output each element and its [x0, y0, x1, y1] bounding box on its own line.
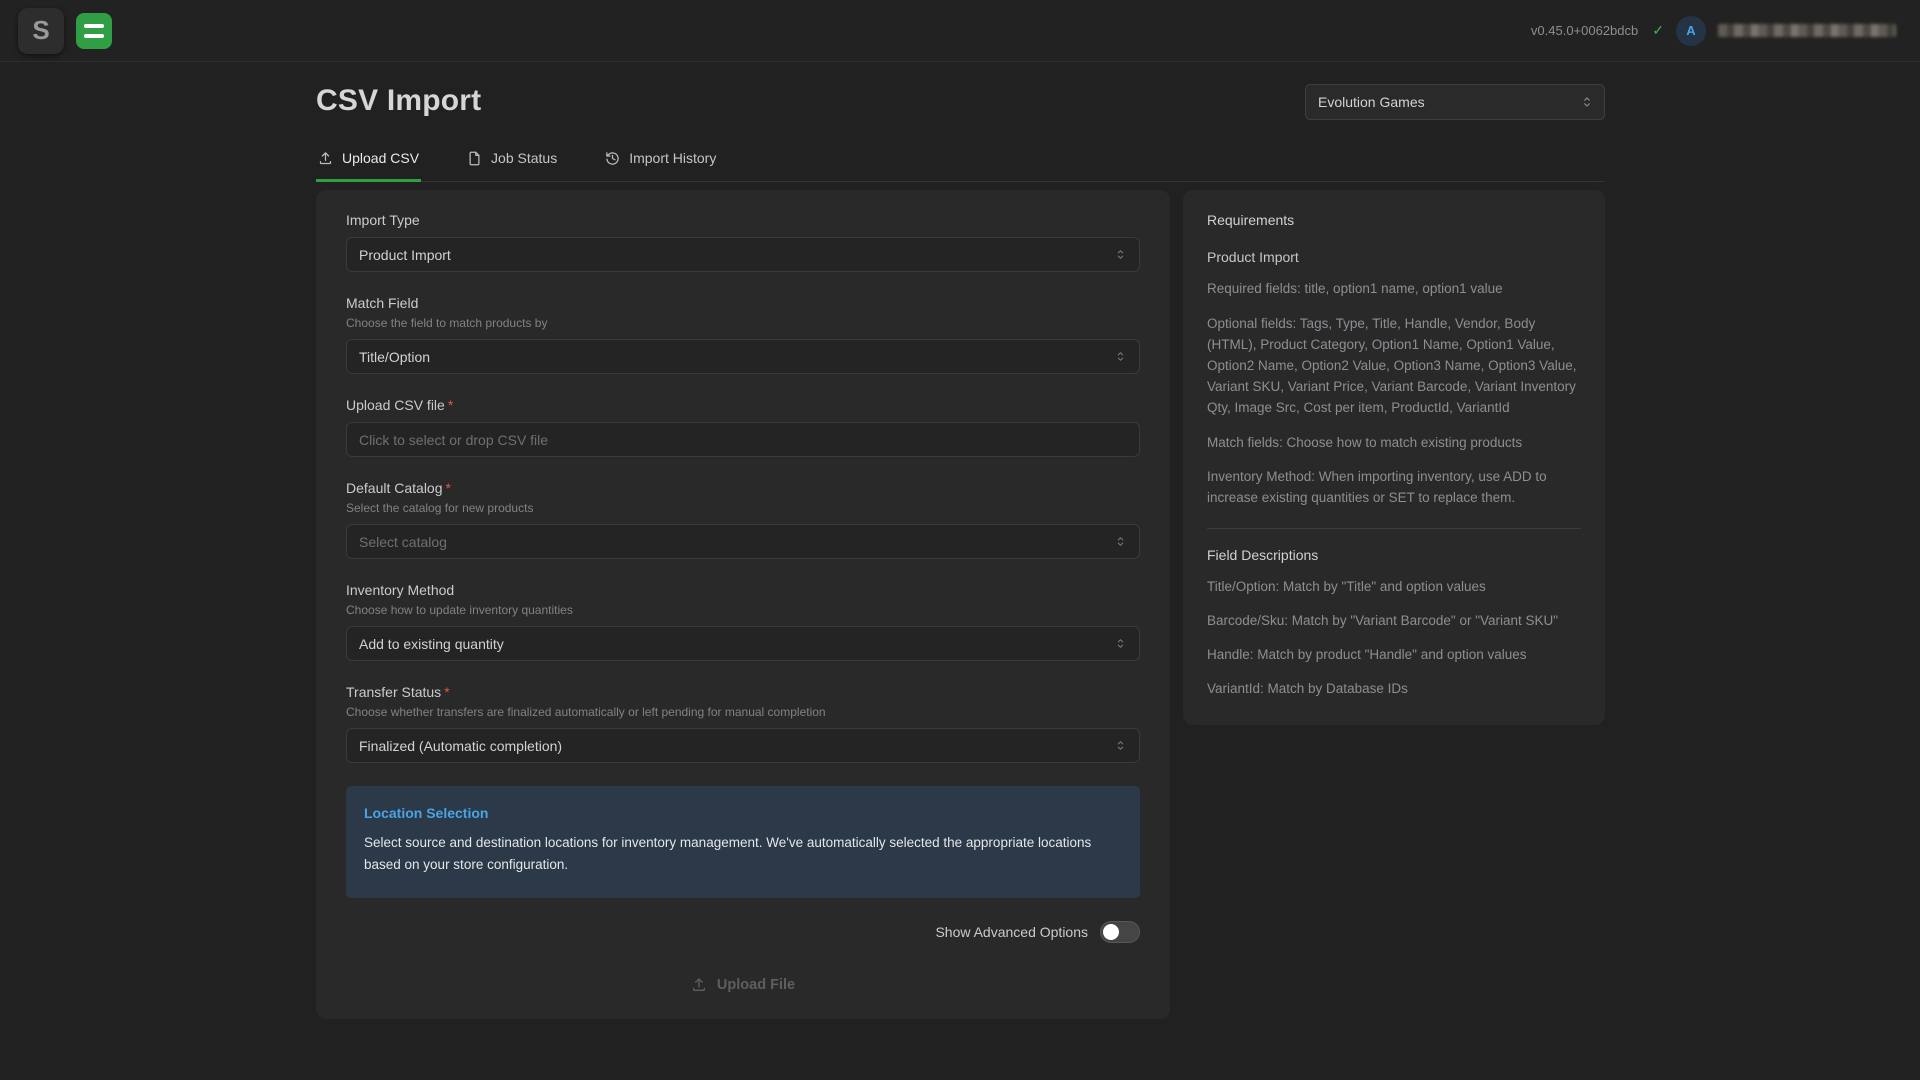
- panel-divider: [1207, 528, 1581, 529]
- tab-upload-csv[interactable]: Upload CSV: [316, 150, 421, 182]
- page-title: CSV Import: [316, 84, 481, 118]
- tab-job-status[interactable]: Job Status: [465, 150, 559, 182]
- field-description: VariantId: Match by Database IDs: [1207, 680, 1581, 699]
- transfer-status-label: Transfer Status*: [346, 684, 1140, 700]
- csv-file-input[interactable]: Click to select or drop CSV file: [346, 422, 1140, 457]
- inventory-method-field: Inventory Method Choose how to update in…: [346, 582, 1140, 661]
- chevron-up-down-icon: [1114, 739, 1127, 752]
- menu-button[interactable]: [76, 13, 112, 49]
- import-type-field: Import Type Product Import: [346, 212, 1140, 272]
- field-description: Barcode/Sku: Match by "Variant Barcode" …: [1207, 612, 1581, 631]
- field-description: Title/Option: Match by "Title" and optio…: [1207, 578, 1581, 597]
- advanced-options-label: Show Advanced Options: [935, 924, 1088, 940]
- transfer-status-helper: Choose whether transfers are finalized a…: [346, 705, 1140, 719]
- field-descriptions-title: Field Descriptions: [1207, 547, 1581, 563]
- chevron-up-down-icon: [1114, 248, 1127, 261]
- upload-icon: [318, 151, 333, 166]
- upload-form-card: Import Type Product Import Match Field C…: [316, 190, 1170, 1019]
- avatar-initial: A: [1686, 23, 1695, 38]
- app-logo-letter: S: [32, 15, 49, 46]
- requirements-panel: Requirements Product Import Required fie…: [1183, 190, 1605, 725]
- upload-file-button[interactable]: Upload File: [691, 977, 795, 993]
- match-field-field: Match Field Choose the field to match pr…: [346, 295, 1140, 374]
- tab-label: Import History: [629, 150, 716, 166]
- chevron-up-down-icon: [1114, 350, 1127, 363]
- requirements-paragraph: Required fields: title, option1 name, op…: [1207, 279, 1581, 300]
- match-field-helper: Choose the field to match products by: [346, 316, 1140, 330]
- match-field-select[interactable]: Title/Option: [346, 339, 1140, 374]
- tab-label: Upload CSV: [342, 150, 419, 166]
- version-label: v0.45.0+0062bdcb: [1531, 23, 1638, 38]
- inventory-method-value: Add to existing quantity: [359, 636, 504, 652]
- csv-file-placeholder: Click to select or drop CSV file: [359, 432, 548, 448]
- required-asterisk: *: [446, 480, 451, 496]
- top-bar: S v0.45.0+0062bdcb ✓ A: [0, 0, 1920, 62]
- menu-icon: [84, 24, 104, 28]
- field-description: Handle: Match by product "Handle" and op…: [1207, 646, 1581, 665]
- tab-bar: Upload CSV Job Status Import History: [316, 150, 1605, 182]
- inventory-method-helper: Choose how to update inventory quantitie…: [346, 603, 1140, 617]
- requirements-paragraph: Optional fields: Tags, Type, Title, Hand…: [1207, 314, 1581, 419]
- location-selection-title: Location Selection: [364, 805, 1122, 821]
- required-asterisk: *: [444, 684, 449, 700]
- app-logo[interactable]: S: [18, 8, 64, 54]
- store-select[interactable]: Evolution Games: [1305, 84, 1605, 120]
- user-email-redacted: [1718, 24, 1896, 37]
- import-type-value: Product Import: [359, 247, 451, 263]
- version-check-icon: ✓: [1652, 22, 1664, 39]
- location-selection-body: Select source and destination locations …: [364, 832, 1122, 877]
- requirements-paragraph: Inventory Method: When importing invento…: [1207, 467, 1581, 509]
- history-icon: [605, 151, 620, 166]
- store-select-value: Evolution Games: [1318, 94, 1425, 110]
- default-catalog-helper: Select the catalog for new products: [346, 501, 1140, 515]
- inventory-method-label: Inventory Method: [346, 582, 1140, 598]
- transfer-status-field: Transfer Status* Choose whether transfer…: [346, 684, 1140, 763]
- default-catalog-field: Default Catalog* Select the catalog for …: [346, 480, 1140, 559]
- import-type-label: Import Type: [346, 212, 1140, 228]
- requirements-subtitle: Product Import: [1207, 249, 1581, 265]
- match-field-label: Match Field: [346, 295, 1140, 311]
- tab-import-history[interactable]: Import History: [603, 150, 718, 182]
- match-field-value: Title/Option: [359, 349, 430, 365]
- transfer-status-select[interactable]: Finalized (Automatic completion): [346, 728, 1140, 763]
- chevron-up-down-icon: [1114, 535, 1127, 548]
- toggle-knob: [1103, 924, 1119, 940]
- inventory-method-select[interactable]: Add to existing quantity: [346, 626, 1140, 661]
- default-catalog-placeholder: Select catalog: [359, 534, 447, 550]
- document-icon: [467, 151, 482, 166]
- user-avatar[interactable]: A: [1676, 16, 1706, 46]
- default-catalog-label: Default Catalog*: [346, 480, 1140, 496]
- upload-csv-label: Upload CSV file*: [346, 397, 1140, 413]
- chevron-up-down-icon: [1580, 95, 1594, 109]
- requirements-paragraph: Match fields: Choose how to match existi…: [1207, 433, 1581, 454]
- chevron-up-down-icon: [1114, 637, 1127, 650]
- location-selection-info: Location Selection Select source and des…: [346, 786, 1140, 898]
- default-catalog-select[interactable]: Select catalog: [346, 524, 1140, 559]
- requirements-title: Requirements: [1207, 212, 1581, 228]
- tab-label: Job Status: [491, 150, 557, 166]
- upload-icon: [691, 977, 707, 993]
- required-asterisk: *: [448, 397, 453, 413]
- upload-file-label: Upload File: [717, 977, 795, 993]
- upload-csv-field: Upload CSV file* Click to select or drop…: [346, 397, 1140, 457]
- transfer-status-value: Finalized (Automatic completion): [359, 738, 562, 754]
- import-type-select[interactable]: Product Import: [346, 237, 1140, 272]
- advanced-options-toggle[interactable]: [1100, 921, 1140, 943]
